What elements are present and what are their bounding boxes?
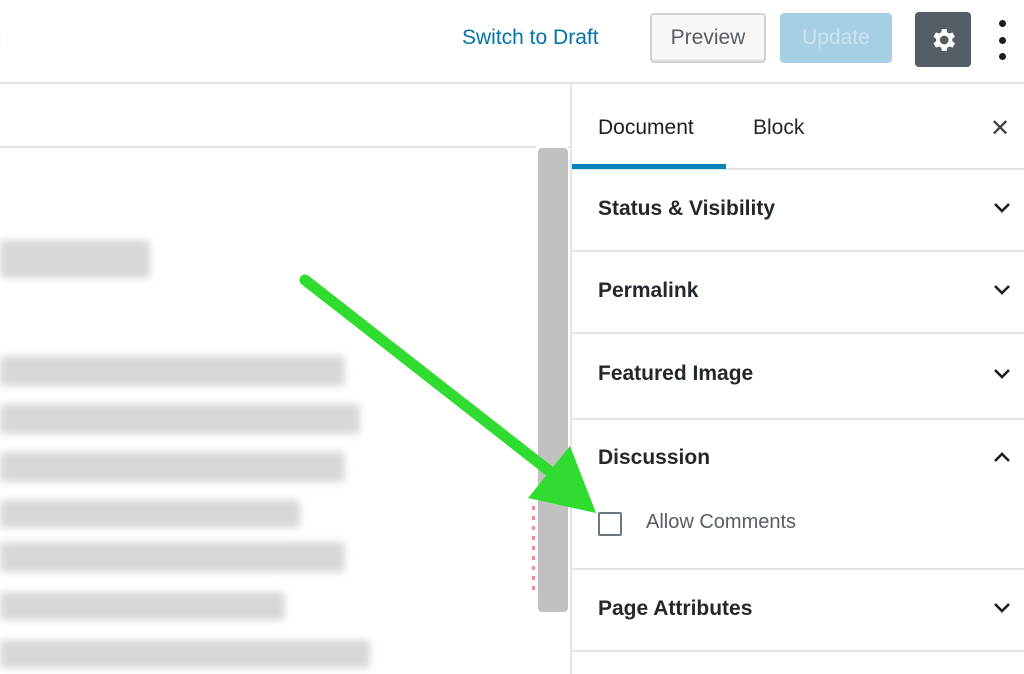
annotation-red-mark bbox=[532, 500, 535, 590]
gear-icon bbox=[933, 28, 955, 51]
sidebar-tabs: Document Block ✕ bbox=[572, 84, 1024, 170]
editor-title-strip bbox=[0, 84, 570, 148]
allow-comments-label[interactable]: Allow Comments bbox=[646, 511, 796, 534]
chevron-down-icon bbox=[994, 603, 1010, 613]
panel-page-attributes[interactable]: Page Attributes bbox=[572, 570, 1024, 652]
settings-button[interactable] bbox=[915, 12, 971, 67]
panel-title: Page Attributes bbox=[598, 597, 753, 620]
active-tab-indicator bbox=[572, 164, 726, 169]
chevron-up-icon[interactable] bbox=[990, 445, 1014, 469]
panel-discussion: Discussion Allow Comments bbox=[572, 420, 1024, 570]
close-icon[interactable]: ✕ bbox=[990, 114, 1010, 143]
panel-title: Status & Visibility bbox=[598, 197, 775, 220]
chevron-down-icon bbox=[994, 285, 1010, 295]
tab-document[interactable]: Document bbox=[598, 116, 694, 140]
panel-permalink[interactable]: Permalink bbox=[572, 252, 1024, 334]
update-button[interactable]: Update bbox=[780, 13, 892, 63]
allow-comments-checkbox[interactable] bbox=[598, 512, 622, 536]
editor-scrollbar-thumb[interactable] bbox=[538, 148, 568, 612]
panel-title[interactable]: Discussion bbox=[598, 446, 710, 470]
vertical-ellipsis-icon bbox=[998, 20, 1006, 27]
settings-sidebar: Document Block ✕ Status & Visibility Per… bbox=[570, 84, 1024, 674]
panel-title: Permalink bbox=[598, 279, 699, 302]
clipped-toolbar-glyph: : bbox=[0, 26, 2, 52]
chevron-down-icon bbox=[994, 203, 1010, 213]
panel-title: Featured Image bbox=[598, 362, 754, 385]
tab-block[interactable]: Block bbox=[753, 116, 804, 140]
panel-featured-image[interactable]: Featured Image bbox=[572, 334, 1024, 420]
switch-to-draft-button[interactable]: Switch to Draft bbox=[462, 26, 599, 50]
chevron-down-icon bbox=[994, 369, 1010, 379]
panel-status-visibility[interactable]: Status & Visibility bbox=[572, 170, 1024, 252]
more-options-button[interactable] bbox=[990, 20, 1014, 60]
preview-button[interactable]: Preview bbox=[650, 13, 766, 63]
editor-header-toolbar: : Switch to Draft Preview Update bbox=[0, 0, 1024, 84]
